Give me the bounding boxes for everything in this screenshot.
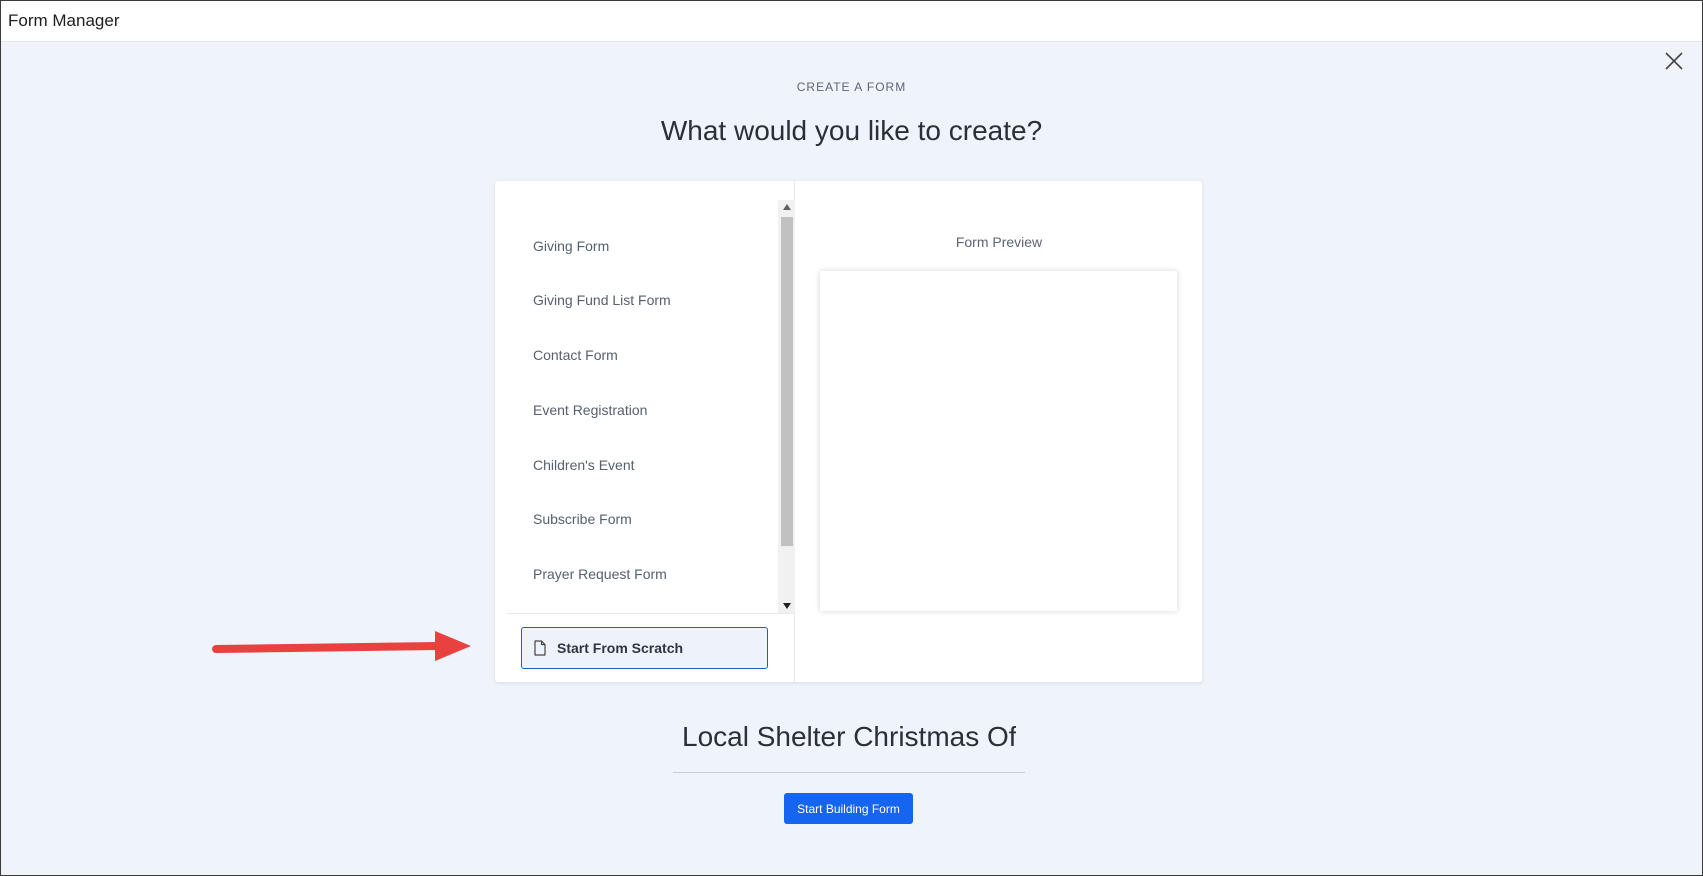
document-icon	[534, 640, 546, 656]
title-bar: Form Manager	[1, 1, 1702, 42]
template-item-giving-fund-list-form[interactable]: Giving Fund List Form	[533, 292, 671, 308]
start-building-form-button[interactable]: Start Building Form	[784, 793, 913, 824]
start-from-scratch-label: Start From Scratch	[557, 640, 684, 656]
template-list-panel: Giving Form Giving Fund List Form Contac…	[495, 181, 795, 682]
form-preview-area	[820, 271, 1177, 611]
form-name-field-wrapper	[673, 713, 1025, 773]
scroll-up-arrow-icon	[782, 204, 791, 210]
list-divider	[507, 613, 795, 614]
template-item-prayer-request-form[interactable]: Prayer Request Form	[533, 566, 667, 582]
form-name-input[interactable]	[682, 717, 1016, 757]
form-manager-window: Form Manager CREATE A FORM What would yo…	[0, 0, 1703, 876]
scroll-down-arrow-icon	[782, 603, 791, 609]
form-preview-label: Form Preview	[955, 234, 1043, 250]
scrollbar-thumb[interactable]	[781, 217, 793, 546]
close-button[interactable]	[1662, 49, 1686, 73]
template-item-subscribe-form[interactable]: Subscribe Form	[533, 511, 632, 527]
window-title: Form Manager	[8, 11, 120, 30]
page-title: What would you like to create?	[660, 115, 1043, 146]
close-icon	[1665, 52, 1683, 70]
page-eyebrow: CREATE A FORM	[796, 80, 907, 94]
scroll-up-button[interactable]	[778, 200, 795, 214]
template-list: Giving Form Giving Fund List Form Contac…	[495, 181, 778, 613]
scroll-down-button[interactable]	[778, 599, 795, 613]
template-item-event-registration[interactable]: Event Registration	[533, 402, 647, 418]
template-item-contact-form[interactable]: Contact Form	[533, 347, 618, 363]
template-item-childrens-event[interactable]: Children's Event	[533, 457, 635, 473]
template-card: Giving Form Giving Fund List Form Contac…	[495, 181, 1202, 682]
template-item-giving-form[interactable]: Giving Form	[533, 238, 609, 254]
red-arrow-icon	[212, 631, 471, 661]
start-from-scratch-button[interactable]: Start From Scratch	[521, 627, 768, 669]
